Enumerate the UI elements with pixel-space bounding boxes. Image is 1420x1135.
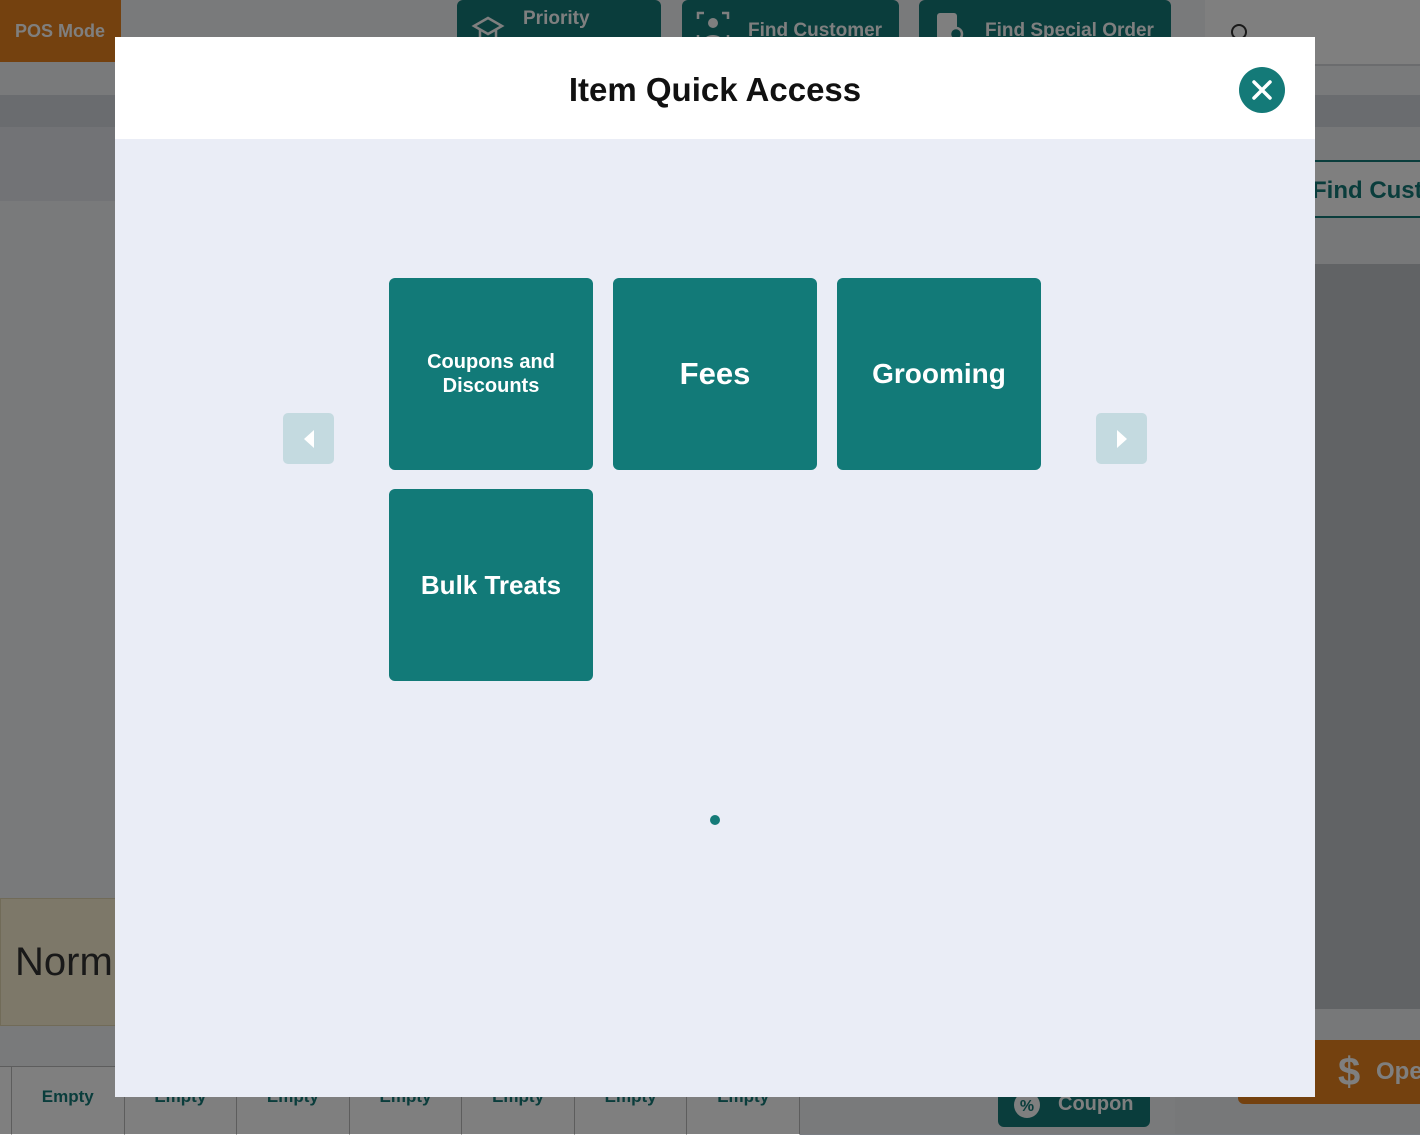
tile-label: Fees <box>679 356 751 391</box>
tile-coupons-and-discounts[interactable]: Coupons and Discounts <box>389 278 593 470</box>
previous-page-button[interactable] <box>283 413 334 464</box>
next-page-button[interactable] <box>1096 413 1147 464</box>
chevron-left-icon <box>303 429 314 448</box>
tile-label: Grooming <box>872 358 1006 389</box>
modal-title: Item Quick Access <box>568 71 862 108</box>
tile-fees[interactable]: Fees <box>613 278 817 470</box>
tile-label: Bulk Treats <box>420 569 562 600</box>
close-icon <box>1252 80 1272 100</box>
modal-header: Item Quick Access <box>115 37 1315 139</box>
tile-bulk-treats[interactable]: Bulk Treats <box>389 489 593 681</box>
tile-label: Coupons and Discounts <box>427 351 555 397</box>
close-button[interactable] <box>1239 67 1285 113</box>
page-indicator-dot[interactable] <box>710 815 720 825</box>
tile-grooming[interactable]: Grooming <box>837 278 1041 470</box>
chevron-right-icon <box>1116 429 1127 448</box>
item-quick-access-modal: Item Quick Access Coupons and Discounts … <box>115 37 1315 1097</box>
